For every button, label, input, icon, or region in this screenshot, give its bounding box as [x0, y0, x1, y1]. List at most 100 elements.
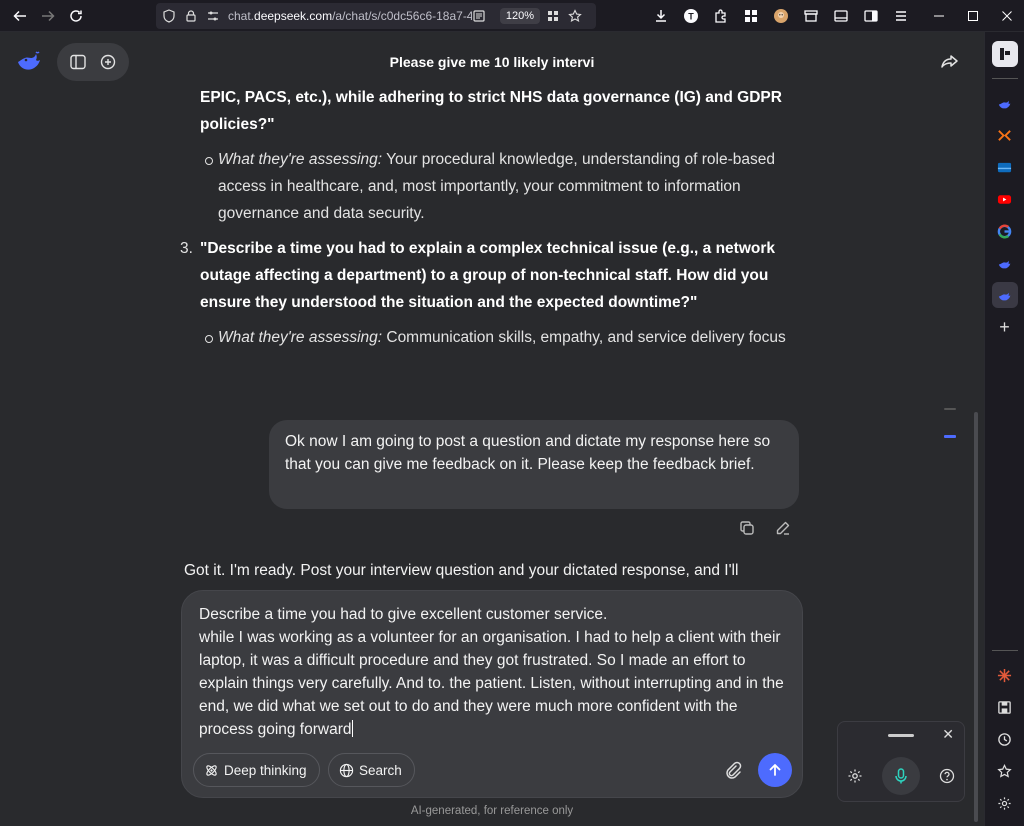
back-button[interactable]: [6, 2, 34, 30]
shield-icon[interactable]: [162, 9, 176, 23]
outlook-mail-icon[interactable]: [992, 154, 1018, 180]
forward-button[interactable]: [34, 2, 62, 30]
account-button[interactable]: T: [676, 2, 706, 30]
apps-grid-icon: [745, 10, 757, 22]
url-bar[interactable]: chat.deepseek.com/a/chat/s/c0dc56c6-18a7…: [156, 3, 596, 29]
close-widget-icon[interactable]: ✕: [942, 726, 954, 743]
attach-icon[interactable]: [722, 759, 744, 781]
minimize-icon: [934, 15, 944, 17]
add-panel-icon[interactable]: +: [992, 314, 1018, 340]
minimize-button[interactable]: [922, 0, 956, 32]
atom-icon: [206, 764, 217, 776]
sidebar-toggle-button[interactable]: [826, 2, 856, 30]
microphone-button[interactable]: [881, 757, 920, 795]
assistant-reply: Got it. I'm ready. Post your interview q…: [184, 562, 739, 579]
arrow-left-icon: [13, 10, 26, 21]
voice-controls: [838, 754, 964, 798]
sidebar-app-icon[interactable]: [991, 41, 1018, 67]
permissions-icon[interactable]: [206, 9, 220, 23]
downloads-button[interactable]: [646, 2, 676, 30]
user-message: Ok now I am going to post a question and…: [269, 420, 799, 509]
arrow-up-icon: [769, 764, 781, 776]
assessment-label: What they're assessing:: [218, 329, 383, 346]
chat-title: Please give me 10 likely intervi: [389, 54, 595, 70]
item3-assessment: What they're assessing: Communication sk…: [180, 324, 800, 351]
avatar-icon: [774, 9, 788, 23]
list-item-3: 3. "Describe a time you had to explain a …: [180, 235, 800, 316]
message-composer[interactable]: Describe a time you had to give excellen…: [181, 590, 803, 798]
reload-button[interactable]: [62, 2, 90, 30]
maximize-icon: [968, 11, 978, 21]
panel-app-icon: [999, 48, 1010, 60]
youtube-icon[interactable]: [992, 186, 1018, 212]
save-page-icon[interactable]: [992, 694, 1018, 720]
assessment-text: Communication skills, empathy, and servi…: [382, 329, 786, 346]
search-label: Search: [359, 762, 402, 778]
disclaimer: AI-generated, for reference only: [410, 805, 574, 817]
reload-icon: [70, 9, 82, 22]
send-button[interactable]: [758, 753, 792, 787]
globe-icon: [339, 763, 354, 777]
list-number: 3.: [180, 240, 193, 257]
close-window-button[interactable]: [990, 0, 1024, 32]
apps-button[interactable]: [736, 2, 766, 30]
deepseek-whale-icon[interactable]: [992, 90, 1018, 116]
sidebar-divider: [991, 78, 1018, 79]
maximize-button[interactable]: [956, 0, 990, 32]
drag-handle[interactable]: [888, 734, 914, 737]
item3-question: "Describe a time you had to explain a co…: [200, 240, 776, 311]
toolbar-right: T: [646, 0, 1024, 32]
menu-button[interactable]: [886, 2, 916, 30]
extensions-grid-icon[interactable]: [546, 9, 560, 23]
assessment-label: What they're assessing:: [218, 151, 383, 168]
google-icon[interactable]: [992, 218, 1018, 244]
share-icon[interactable]: [940, 52, 960, 72]
deep-thinking-label: Deep thinking: [224, 762, 307, 778]
sparkle-icon[interactable]: [992, 662, 1018, 688]
composer-textarea[interactable]: Describe a time you had to give excellen…: [199, 603, 789, 741]
minimap-mark-active[interactable]: [944, 435, 956, 438]
browser-toolbar: chat.deepseek.com/a/chat/s/c0dc56c6-18a7…: [0, 0, 1024, 32]
scrollbar-thumb[interactable]: [974, 412, 978, 822]
voice-dictation-widget: ✕: [837, 721, 965, 802]
assistant-message: EPIC, PACS, etc.), while adhering to str…: [180, 84, 800, 351]
archive-icon: [804, 10, 818, 22]
download-icon: [656, 10, 666, 22]
minimap-mark[interactable]: [944, 408, 956, 410]
orange-cross-icon[interactable]: [992, 122, 1018, 148]
deepseek-whale-icon-active[interactable]: [991, 282, 1018, 308]
bookmark-star-icon[interactable]: [568, 9, 582, 23]
deepseek-whale-icon[interactable]: [992, 250, 1018, 276]
puzzle-icon: [715, 9, 726, 23]
search-button[interactable]: Search: [328, 753, 415, 787]
zoom-level[interactable]: 120%: [499, 8, 540, 24]
item2-question-continuation: EPIC, PACS, etc.), while adhering to str…: [200, 89, 782, 133]
history-clock-icon[interactable]: [992, 726, 1018, 752]
close-icon: [1002, 11, 1012, 21]
profile-avatar-button[interactable]: [766, 2, 796, 30]
containers-button[interactable]: [796, 2, 826, 30]
text-caret: [351, 720, 353, 737]
settings-gear-icon[interactable]: [847, 768, 863, 784]
browser-sidebar: +: [984, 32, 1024, 826]
picture-in-picture-button[interactable]: [856, 2, 886, 30]
extensions-button[interactable]: [706, 2, 736, 30]
account-circle-icon: T: [684, 9, 698, 23]
item2-assessment: What they're assessing: Your procedural …: [180, 146, 800, 227]
reader-view-icon[interactable]: [472, 9, 486, 23]
help-icon[interactable]: [939, 768, 955, 784]
chat-page: Please give me 10 likely intervi EPIC, P…: [0, 32, 984, 826]
url-text[interactable]: chat.deepseek.com/a/chat/s/c0dc56c6-18a7…: [228, 9, 472, 23]
bookmarks-star-icon[interactable]: [992, 758, 1018, 784]
conversation-minimap[interactable]: [944, 408, 956, 463]
hamburger-icon: [896, 11, 906, 21]
sidebar-settings-icon[interactable]: [992, 790, 1018, 816]
deep-thinking-button[interactable]: Deep thinking: [193, 753, 320, 787]
lock-icon[interactable]: [184, 9, 198, 23]
edit-icon[interactable]: [774, 519, 792, 537]
microphone-icon: [895, 768, 907, 784]
user-message-actions: [738, 519, 792, 537]
copy-icon[interactable]: [738, 519, 756, 537]
sidebar-divider: [991, 650, 1018, 651]
svg-text:T: T: [688, 12, 694, 22]
